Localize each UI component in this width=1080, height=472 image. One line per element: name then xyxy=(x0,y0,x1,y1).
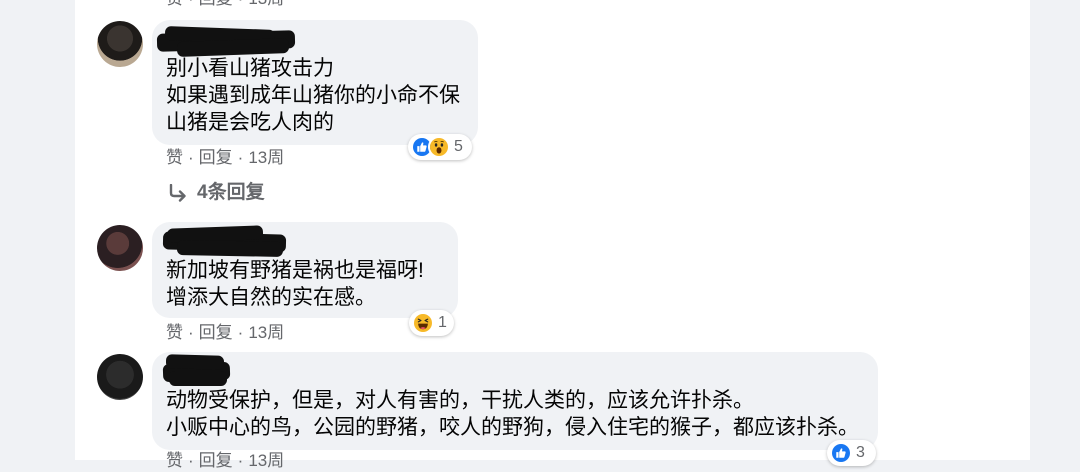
timestamp[interactable]: 13周 xyxy=(248,322,284,344)
comment-text: 山猪是会吃人肉的 xyxy=(166,111,334,134)
separator: · xyxy=(188,323,194,342)
avatar[interactable] xyxy=(97,21,143,67)
reaction-count: 1 xyxy=(438,314,447,331)
timestamp[interactable]: 13周 xyxy=(248,0,284,10)
comment-actions: 赞 · 回复 · 13周 xyxy=(166,450,284,472)
like-link[interactable]: 赞 xyxy=(166,147,183,169)
reaction-count: 3 xyxy=(856,444,865,461)
like-icon xyxy=(830,442,852,464)
separator: · xyxy=(188,148,194,167)
comment-actions: 赞 · 回复 · 13周 xyxy=(166,147,284,169)
avatar[interactable] xyxy=(97,225,143,271)
haha-icon xyxy=(412,312,434,334)
previous-comment-actions: 赞 · 回复 · 13周 xyxy=(166,0,284,10)
like-link[interactable]: 赞 xyxy=(166,322,183,344)
replies-count-label[interactable]: 4条回复 xyxy=(197,182,265,203)
redacted-name xyxy=(162,354,231,386)
separator: · xyxy=(237,148,244,167)
reaction-summary[interactable]: 5 xyxy=(408,134,472,160)
separator: · xyxy=(237,451,244,470)
view-replies-link[interactable]: 4条回复 xyxy=(168,181,265,205)
comment-bubble: 动物受保护，但是，对人有害的，干扰人类的，应该允许扑杀。 小贩中心的鸟，公园的野… xyxy=(152,352,878,450)
redacted-name xyxy=(162,225,287,257)
comment-bubble: 别小看山猪攻击力 如果遇到成年山猪你的小命不保 山猪是会吃人肉的 xyxy=(152,20,478,145)
reply-link[interactable]: 回复 xyxy=(199,450,233,472)
comment-bubble: 新加坡有野猪是祸也是福呀! 增添大自然的实在感。 xyxy=(152,222,458,318)
separator: · xyxy=(238,0,244,10)
separator: · xyxy=(188,0,194,10)
comment-text: 新加坡有野猪是祸也是福呀! xyxy=(166,259,424,282)
wow-icon xyxy=(428,136,450,158)
comment-text: 小贩中心的鸟，公园的野猪，咬人的野狗，侵入住宅的猴子，都应该扑杀。 xyxy=(166,416,859,439)
timestamp[interactable]: 13周 xyxy=(248,450,284,472)
like-link[interactable]: 赞 xyxy=(166,450,183,472)
comment-actions: 赞 · 回复 · 13周 xyxy=(166,322,284,344)
comment-text: 如果遇到成年山猪你的小命不保 xyxy=(166,84,460,107)
reply-link[interactable]: 回复 xyxy=(199,0,233,10)
timestamp[interactable]: 13周 xyxy=(248,147,284,169)
reaction-summary[interactable]: 3 xyxy=(827,440,876,466)
avatar[interactable] xyxy=(97,354,143,400)
redacted-name xyxy=(156,26,296,57)
comment-text: 增添大自然的实在感。 xyxy=(166,286,376,309)
like-link[interactable]: 赞 xyxy=(166,0,183,10)
reply-link[interactable]: 回复 xyxy=(199,147,233,169)
reaction-summary[interactable]: 1 xyxy=(409,310,454,336)
comment-text: 动物受保护，但是，对人有害的，干扰人类的，应该允许扑杀。 xyxy=(166,389,754,412)
separator: · xyxy=(237,323,244,342)
reply-link[interactable]: 回复 xyxy=(199,322,233,344)
comment-text: 别小看山猪攻击力 xyxy=(166,57,334,80)
reply-arrow-icon xyxy=(169,183,186,202)
reaction-count: 5 xyxy=(454,138,463,155)
separator: · xyxy=(188,451,194,470)
